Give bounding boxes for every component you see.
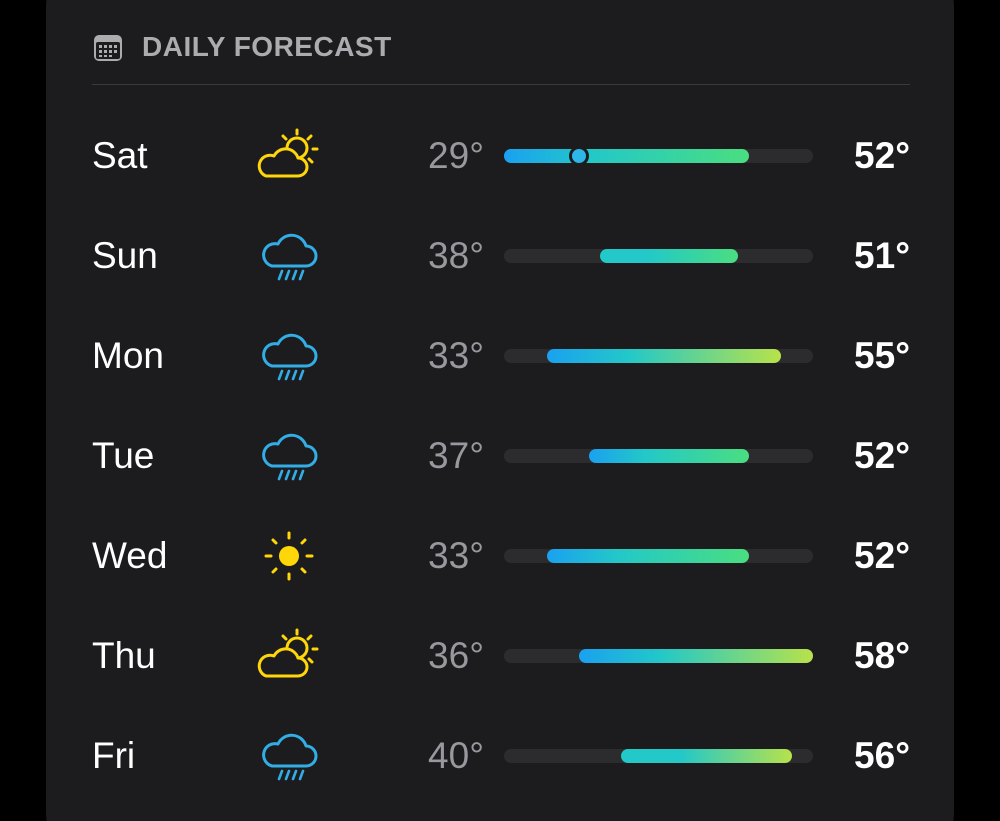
high-temp: 51° (854, 235, 910, 276)
day-label: Wed (92, 535, 168, 576)
temp-range-track (504, 249, 813, 263)
rain-icon (254, 726, 324, 786)
calendar-icon (94, 35, 122, 61)
temp-range-bar (546, 349, 782, 363)
temp-range-bar (599, 249, 739, 263)
temp-range-track (504, 549, 813, 563)
temp-range-track (504, 349, 813, 363)
temp-range-track (504, 649, 813, 663)
forecast-row: Sat 29° 52° (0, 106, 1000, 206)
low-temp: 40° (428, 735, 484, 776)
rain-icon (254, 326, 324, 386)
forecast-row: Wed 33° 52° (0, 506, 1000, 606)
day-label: Sat (92, 135, 148, 176)
day-label: Tue (92, 435, 155, 476)
temp-range-bar (621, 749, 792, 763)
forecast-header: DAILY FORECAST (92, 24, 910, 85)
rain-icon (254, 426, 324, 486)
forecast-title: DAILY FORECAST (142, 31, 392, 62)
high-temp: 55° (854, 335, 910, 376)
sunny-icon (254, 526, 324, 586)
high-temp: 52° (854, 435, 910, 476)
day-label: Sun (92, 235, 158, 276)
forecast-row: Tue 37° 52° (0, 406, 1000, 506)
high-temp: 52° (854, 535, 910, 576)
temp-range-bar (578, 649, 813, 663)
high-temp: 52° (854, 135, 910, 176)
forecast-row: Thu 36° 58° (0, 606, 1000, 706)
low-temp: 29° (428, 135, 484, 176)
temp-range-track (504, 146, 813, 166)
rain-icon (254, 226, 324, 286)
temp-range-track (504, 449, 813, 463)
current-temp-indicator (568, 146, 589, 166)
low-temp: 33° (428, 335, 484, 376)
low-temp: 33° (428, 535, 484, 576)
partly-sunny-icon (254, 126, 324, 186)
day-label: Fri (92, 735, 136, 776)
day-label: Mon (92, 335, 164, 376)
high-temp: 58° (854, 635, 910, 676)
high-temp: 56° (854, 735, 910, 776)
day-label: Thu (92, 635, 156, 676)
forecast-row: Mon 33° 55° (0, 306, 1000, 406)
forecast-row: Sun 38° 51° (0, 206, 1000, 306)
low-temp: 38° (428, 235, 484, 276)
partly-sunny-icon (254, 626, 324, 686)
temp-range-bar (546, 549, 750, 563)
low-temp: 37° (428, 435, 484, 476)
low-temp: 36° (428, 635, 484, 676)
forecast-row: Fri 40° 56° (0, 706, 1000, 806)
temp-range-track (504, 749, 813, 763)
temp-range-bar (504, 149, 750, 163)
temp-range-bar (589, 449, 750, 463)
